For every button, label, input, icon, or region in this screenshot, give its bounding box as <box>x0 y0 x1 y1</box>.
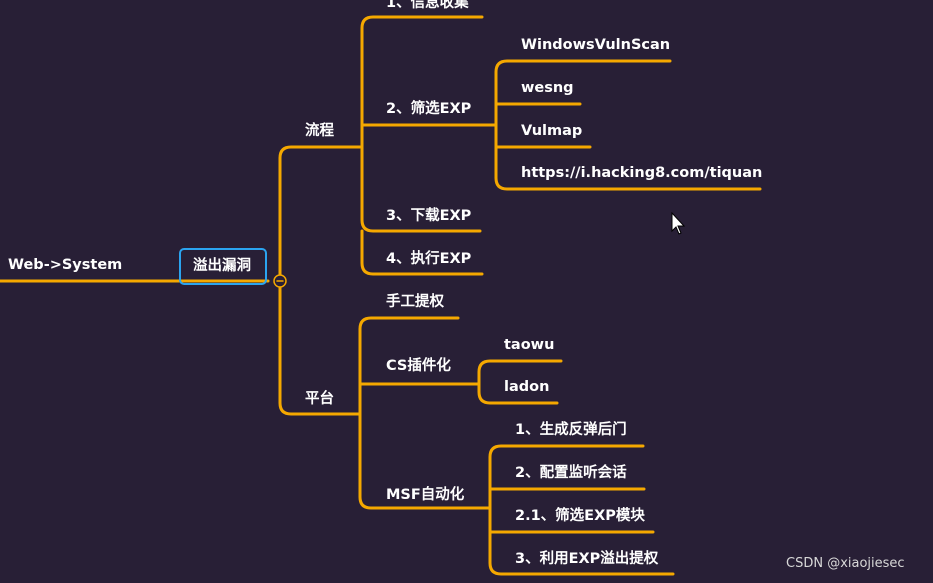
node-windowsvulnscan[interactable]: WindowsVulnScan <box>521 36 670 54</box>
node-pingtai[interactable]: 平台 <box>305 390 334 408</box>
root-node[interactable]: 溢出漏洞 <box>179 248 267 285</box>
node-msf-auto[interactable]: MSF自动化 <box>386 486 464 504</box>
node-download-exp[interactable]: 3、下载EXP <box>386 207 471 225</box>
node-manual-escalation[interactable]: 手工提权 <box>386 293 444 311</box>
mouse-cursor-icon <box>671 211 686 235</box>
node-taowu[interactable]: taowu <box>504 336 554 354</box>
node-exploit-escalation[interactable]: 3、利用EXP溢出提权 <box>515 550 658 568</box>
node-cs-plugin[interactable]: CS插件化 <box>386 357 451 375</box>
root-node-label: 溢出漏洞 <box>193 258 251 274</box>
node-generate-backdoor[interactable]: 1、生成反弹后门 <box>515 421 627 439</box>
node-hacking8-link[interactable]: https://i.hacking8.com/tiquan <box>521 164 762 182</box>
connector-liucheng-children <box>360 15 497 276</box>
node-execute-exp[interactable]: 4、执行EXP <box>386 250 471 268</box>
watermark: CSDN @xiaojiesec <box>786 556 905 571</box>
node-info-gathering[interactable]: 1、信息收集 <box>386 0 469 12</box>
connector-liucheng <box>278 145 362 277</box>
node-wesng[interactable]: wesng <box>521 79 574 97</box>
node-filter-exp-module[interactable]: 2.1、筛选EXP模块 <box>515 507 645 525</box>
node-config-listener[interactable]: 2、配置监听会话 <box>515 464 627 482</box>
connector-pingtai-children <box>358 316 492 510</box>
mindmap-connectors <box>0 15 762 576</box>
node-ladon[interactable]: ladon <box>504 378 549 396</box>
node-web-system[interactable]: Web->System <box>8 256 122 274</box>
node-filter-exp[interactable]: 2、筛选EXP <box>386 100 471 118</box>
node-liucheng[interactable]: 流程 <box>305 122 334 140</box>
node-vulmap[interactable]: Vulmap <box>521 122 582 140</box>
